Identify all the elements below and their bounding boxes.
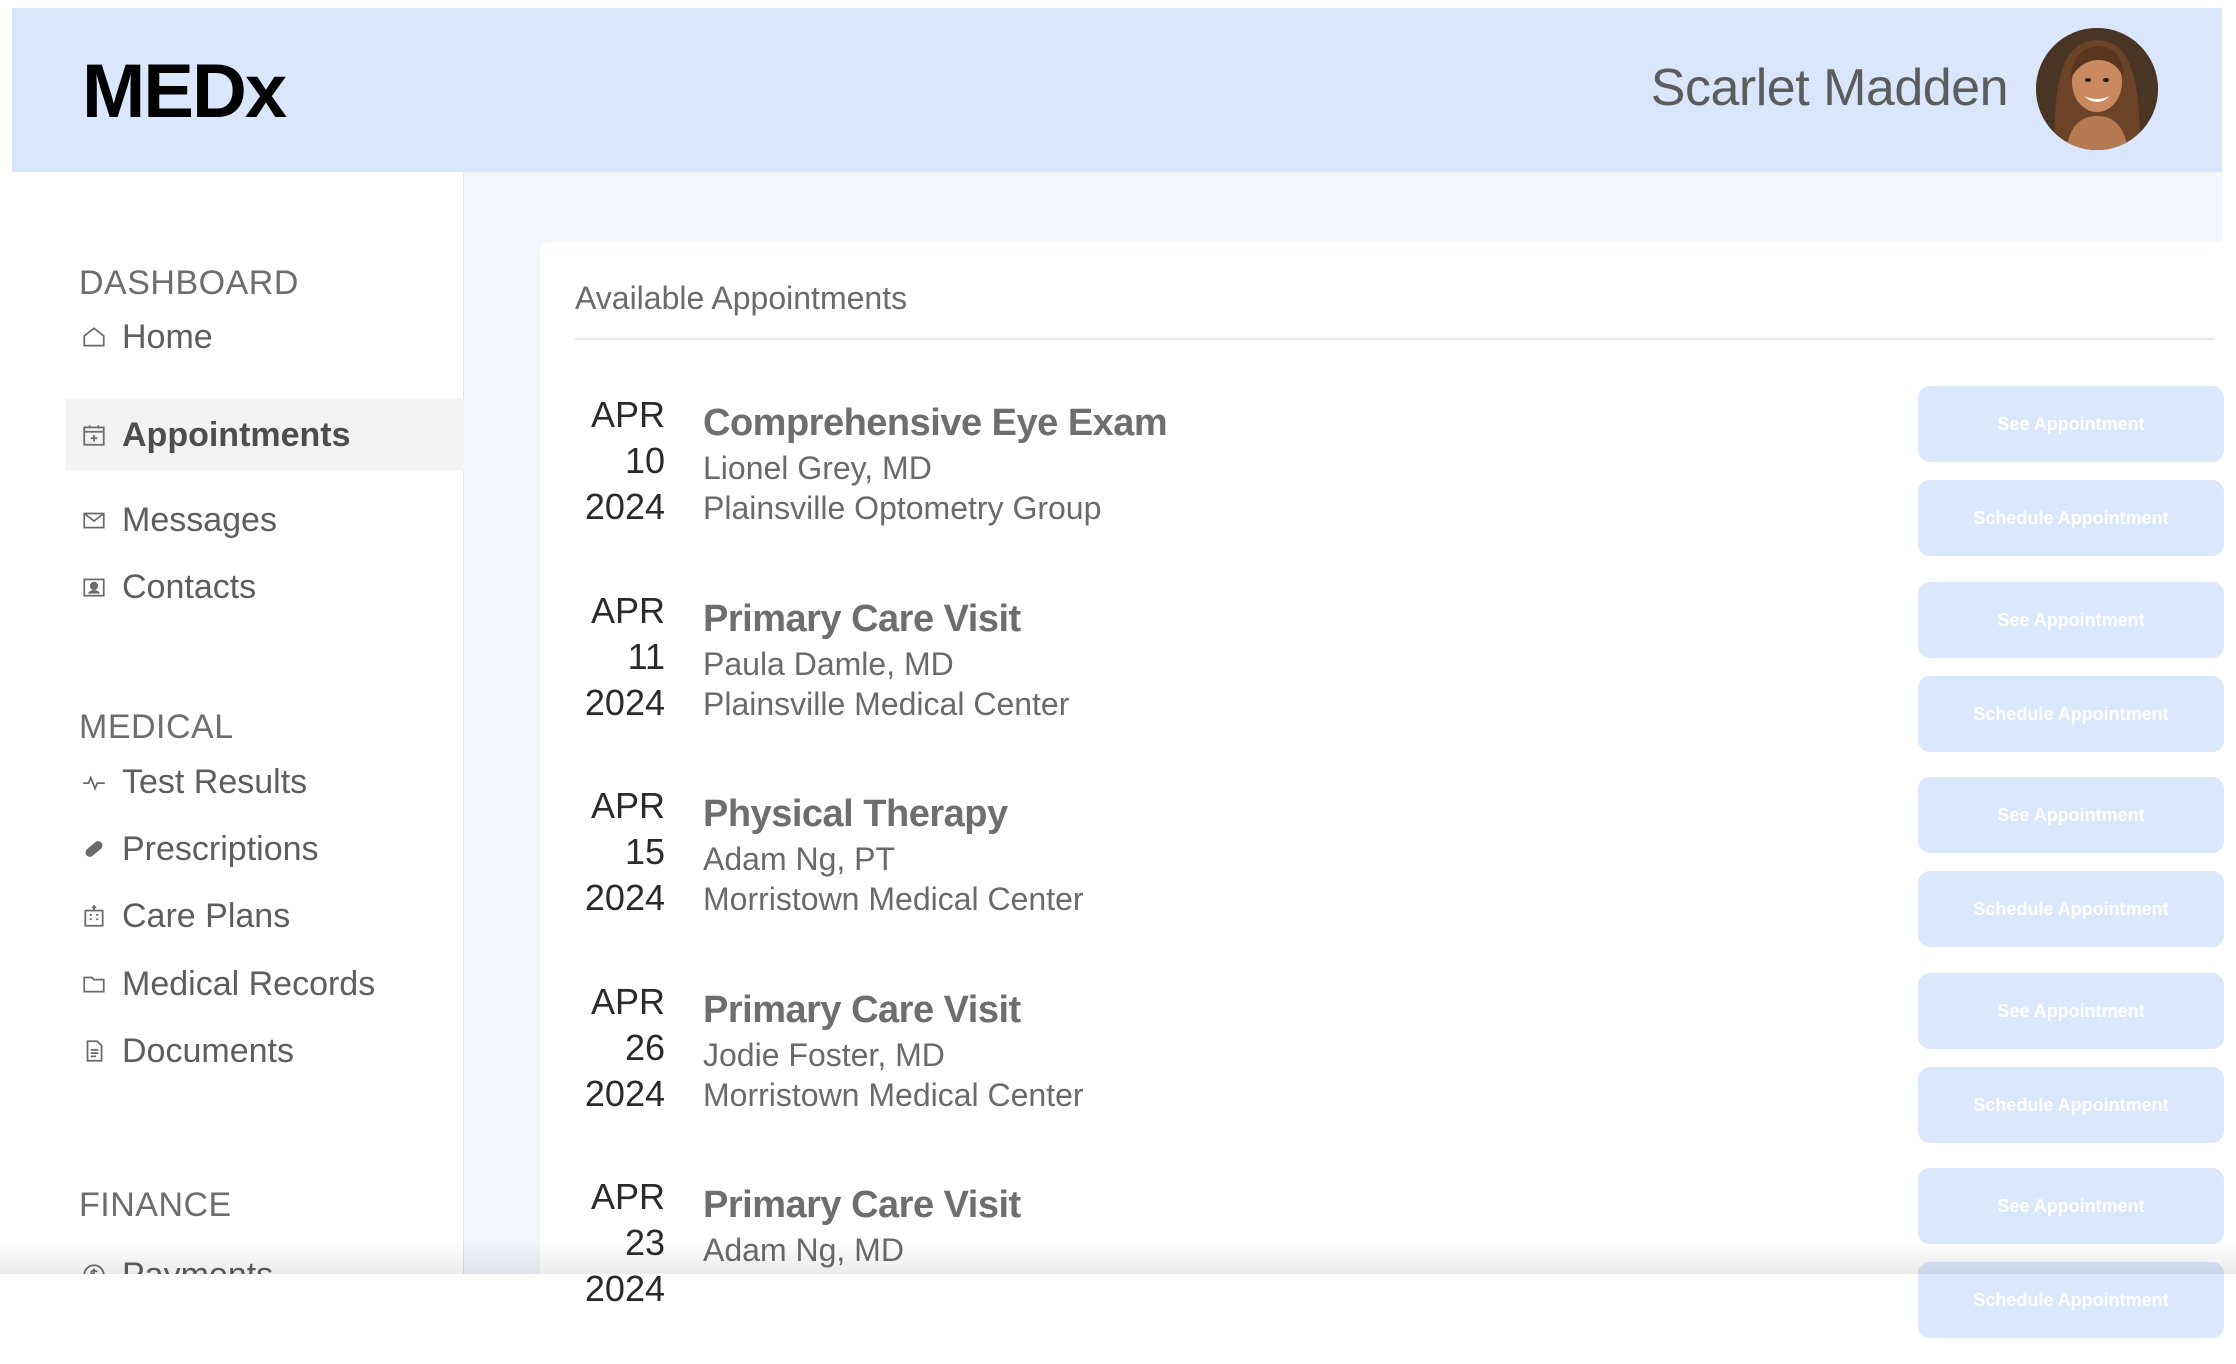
date-year: 2024 bbox=[575, 1071, 665, 1117]
appointment-location: Plainsville Optometry Group bbox=[703, 488, 1167, 528]
sidebar-item-label: Documents bbox=[122, 1032, 294, 1071]
list-item: APR 23 2024 Primary Care Visit Adam Ng, … bbox=[575, 1174, 2225, 1364]
appointment-type: Physical Therapy bbox=[703, 789, 1084, 839]
list-item: APR 15 2024 Physical Therapy Adam Ng, PT… bbox=[575, 783, 2225, 973]
sidebar-item-documents[interactable]: Documents bbox=[66, 1015, 464, 1087]
appointment-date: APR 11 2024 bbox=[575, 588, 665, 726]
card-title: Available Appointments bbox=[575, 280, 907, 317]
folder-icon bbox=[79, 969, 109, 999]
sidebar-item-home[interactable]: Home bbox=[66, 301, 464, 373]
schedule-appointment-button[interactable]: Schedule Appointment bbox=[1918, 676, 2224, 752]
list-item: APR 10 2024 Comprehensive Eye Exam Lione… bbox=[575, 392, 2225, 582]
list-item: APR 26 2024 Primary Care Visit Jodie Fos… bbox=[575, 979, 2225, 1169]
appointment-location: Morristown Medical Center bbox=[703, 879, 1084, 919]
user-name: Scarlet Madden bbox=[1651, 58, 2008, 118]
sidebar-item-test-results[interactable]: Test Results bbox=[66, 746, 464, 818]
appointment-provider: Jodie Foster, MD bbox=[703, 1035, 1084, 1075]
appointment-info: Primary Care Visit Paula Damle, MD Plain… bbox=[703, 594, 1069, 724]
appointment-provider: Adam Ng, MD bbox=[703, 1230, 1021, 1270]
date-month: APR bbox=[575, 783, 665, 829]
date-year: 2024 bbox=[575, 875, 665, 921]
sidebar-item-appointments[interactable]: Appointments bbox=[66, 399, 464, 471]
sidebar-item-label: Appointments bbox=[122, 416, 351, 455]
schedule-appointment-button[interactable]: Schedule Appointment bbox=[1918, 1262, 2224, 1338]
see-appointment-button[interactable]: See Appointment bbox=[1918, 1168, 2224, 1244]
contact-card-icon bbox=[79, 572, 109, 602]
appointment-location: Morristown Medical Center bbox=[703, 1075, 1084, 1115]
envelope-icon bbox=[79, 505, 109, 535]
schedule-appointment-button[interactable]: Schedule Appointment bbox=[1918, 480, 2224, 556]
date-month: APR bbox=[575, 979, 665, 1025]
hospital-icon bbox=[79, 901, 109, 931]
appointment-date: APR 26 2024 bbox=[575, 979, 665, 1117]
appointment-date: APR 15 2024 bbox=[575, 783, 665, 921]
appointment-type: Primary Care Visit bbox=[703, 1180, 1021, 1230]
sidebar-item-label: Contacts bbox=[122, 568, 256, 607]
schedule-appointment-button[interactable]: Schedule Appointment bbox=[1918, 1067, 2224, 1143]
appointment-info: Physical Therapy Adam Ng, PT Morristown … bbox=[703, 789, 1084, 919]
sidebar-item-label: Home bbox=[122, 318, 213, 357]
pulse-icon bbox=[79, 767, 109, 797]
avatar-portrait bbox=[2036, 28, 2158, 150]
date-month: APR bbox=[575, 1174, 665, 1220]
app-logo[interactable]: MEDx bbox=[82, 48, 285, 135]
avatar[interactable] bbox=[2036, 28, 2158, 150]
sidebar-item-label: Test Results bbox=[122, 763, 307, 802]
date-month: APR bbox=[575, 392, 665, 438]
appointment-info: Primary Care Visit Adam Ng, MD bbox=[703, 1180, 1021, 1270]
date-day: 10 bbox=[575, 438, 665, 484]
sidebar-item-medical-records[interactable]: Medical Records bbox=[66, 948, 464, 1020]
date-month: APR bbox=[575, 588, 665, 634]
date-year: 2024 bbox=[575, 484, 665, 530]
sidebar-item-care-plans[interactable]: Care Plans bbox=[66, 880, 464, 952]
appointment-provider: Lionel Grey, MD bbox=[703, 448, 1167, 488]
section-title-medical: MEDICAL bbox=[79, 708, 234, 747]
appointment-info: Primary Care Visit Jodie Foster, MD Morr… bbox=[703, 985, 1084, 1115]
sidebar-item-label: Messages bbox=[122, 501, 277, 540]
home-icon bbox=[79, 322, 109, 352]
list-item: APR 11 2024 Primary Care Visit Paula Dam… bbox=[575, 588, 2225, 778]
see-appointment-button[interactable]: See Appointment bbox=[1918, 777, 2224, 853]
sidebar-item-prescriptions[interactable]: Prescriptions bbox=[66, 813, 464, 885]
appointment-info: Comprehensive Eye Exam Lionel Grey, MD P… bbox=[703, 398, 1167, 528]
top-header: MEDx Scarlet Madden bbox=[12, 8, 2222, 172]
sidebar-item-messages[interactable]: Messages bbox=[66, 484, 464, 556]
sidebar-item-label: Prescriptions bbox=[122, 830, 319, 869]
pill-icon bbox=[79, 834, 109, 864]
appointment-location: Plainsville Medical Center bbox=[703, 684, 1069, 724]
sidebar-item-contacts[interactable]: Contacts bbox=[66, 551, 464, 623]
date-year: 2024 bbox=[575, 1266, 665, 1312]
date-day: 11 bbox=[575, 634, 665, 680]
date-day: 15 bbox=[575, 829, 665, 875]
appointment-date: APR 23 2024 bbox=[575, 1174, 665, 1312]
section-title-dashboard: DASHBOARD bbox=[79, 264, 299, 303]
sidebar-item-label: Care Plans bbox=[122, 897, 290, 936]
date-day: 26 bbox=[575, 1025, 665, 1071]
dollar-icon bbox=[79, 1260, 109, 1274]
sidebar-item-label: Medical Records bbox=[122, 965, 375, 1004]
schedule-appointment-button[interactable]: Schedule Appointment bbox=[1918, 871, 2224, 947]
appointment-date: APR 10 2024 bbox=[575, 392, 665, 530]
document-icon bbox=[79, 1036, 109, 1066]
see-appointment-button[interactable]: See Appointment bbox=[1918, 973, 2224, 1049]
appointment-provider: Adam Ng, PT bbox=[703, 839, 1084, 879]
divider bbox=[575, 338, 2215, 340]
see-appointment-button[interactable]: See Appointment bbox=[1918, 386, 2224, 462]
appointment-type: Comprehensive Eye Exam bbox=[703, 398, 1167, 448]
sidebar-item-label: Payments bbox=[122, 1256, 273, 1275]
date-year: 2024 bbox=[575, 680, 665, 726]
calendar-icon bbox=[79, 420, 109, 450]
appointment-provider: Paula Damle, MD bbox=[703, 644, 1069, 684]
section-title-finance: FINANCE bbox=[79, 1186, 232, 1225]
date-day: 23 bbox=[575, 1220, 665, 1266]
see-appointment-button[interactable]: See Appointment bbox=[1918, 582, 2224, 658]
appointment-type: Primary Care Visit bbox=[703, 594, 1069, 644]
appointment-type: Primary Care Visit bbox=[703, 985, 1084, 1035]
sidebar-item-payments[interactable]: Payments bbox=[66, 1239, 464, 1274]
